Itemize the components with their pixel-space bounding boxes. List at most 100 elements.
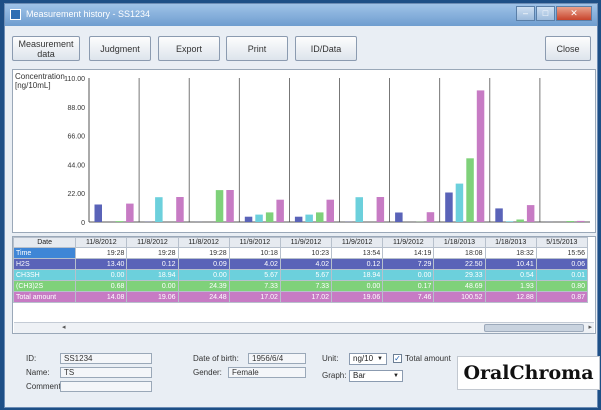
table-cell: 10:23: [279, 247, 333, 259]
table-cell: 24.39: [177, 280, 230, 292]
date-column-header[interactable]: 11/8/2012: [177, 237, 230, 248]
bar-ch3sh: [305, 214, 313, 222]
bar-total-amount: [426, 212, 435, 222]
table-row: Total amount 14.08 19.06 24.48 17.02 17.02 19.…: [13, 291, 589, 303]
table-cell: 48.69: [433, 280, 486, 292]
table-cell: 1.93: [484, 280, 537, 292]
table-cell: 14:19: [382, 247, 435, 259]
table-cell: 14.08: [75, 291, 128, 303]
row-label: H2S: [13, 258, 77, 270]
graph-select[interactable]: Bar ▼: [349, 370, 403, 382]
concentration-chart: 110.00 88.00 66.00 44.00 22.00 0 Concentratio…: [12, 69, 596, 233]
oralchroma-logo: OralChroma: [457, 356, 600, 390]
chevron-down-icon: ▼: [377, 356, 383, 362]
table-cell: 0.00: [177, 269, 230, 281]
table-header-row: Date 11/8/2012 11/8/2012 11/8/2012 11/9/201…: [13, 237, 589, 248]
scrollbar-thumb[interactable]: [484, 324, 584, 332]
table-cell: 5.67: [279, 269, 333, 281]
table-row: (CH3)2S 0.68 0.00 24.39 7.33 7.33 0.00 0.17 48.6…: [13, 280, 589, 292]
table-cell: 0.12: [126, 258, 179, 270]
table-cell: 22.50: [433, 258, 486, 270]
date-column-header[interactable]: 1/18/2013: [484, 237, 537, 248]
date-column-header[interactable]: 11/9/2012: [382, 237, 435, 248]
scroll-right-icon[interactable]: ▸: [588, 323, 592, 331]
total-amount-label: Total amount: [405, 354, 451, 363]
export-button[interactable]: Export: [158, 36, 220, 61]
name-field[interactable]: TS: [60, 367, 152, 378]
bar--ch3-2s: [566, 221, 574, 222]
bar-total-amount: [577, 220, 585, 222]
total-amount-checkbox[interactable]: ✓: [393, 354, 402, 363]
maximize-button[interactable]: □: [536, 6, 555, 21]
table-cell: 29.33: [433, 269, 486, 281]
date-column-header[interactable]: 11/9/2012: [331, 237, 384, 248]
date-column-header[interactable]: 11/8/2012: [75, 237, 128, 248]
bar-h2s: [495, 208, 503, 222]
bar--ch3-2s: [316, 212, 324, 222]
row-label: CH3SH: [13, 269, 77, 281]
comment-label: Comment:: [26, 382, 63, 391]
table-cell: 0.00: [75, 269, 128, 281]
close-button[interactable]: Close: [545, 36, 591, 61]
table-row: CH3SH 0.00 18.94 0.00 5.67 5.67 18.94 0.00 29.33…: [13, 269, 589, 281]
dob-field[interactable]: 1956/6/4: [248, 353, 306, 364]
gender-field[interactable]: Female: [228, 367, 306, 378]
bar-ch3sh: [255, 214, 263, 222]
title-bar: Measurement history - SS1234 – □ ✕: [5, 4, 597, 26]
window-title: Measurement history - SS1234: [26, 9, 151, 19]
bar-total-amount: [376, 197, 385, 222]
table-cell: 0.54: [484, 269, 537, 281]
patient-info-panel: ID: SS1234 Name: TS Comment: Date of bir…: [12, 339, 600, 405]
date-column-header[interactable]: 11/9/2012: [279, 237, 333, 248]
print-button[interactable]: Print: [226, 36, 288, 61]
y-label-text: Concentration [ng/10mL]: [15, 72, 65, 90]
date-column-header[interactable]: 11/9/2012: [228, 237, 281, 248]
y-tick-label: 22.00: [67, 191, 85, 198]
window-close-button[interactable]: ✕: [556, 6, 592, 21]
bar-ch3sh: [455, 183, 464, 222]
judgment-button[interactable]: Judgment: [89, 36, 151, 61]
table-cell: 0.80: [535, 280, 589, 292]
table-cell: 19:28: [177, 247, 230, 259]
toolbar: Measurement data Judgment Export Print I…: [5, 26, 597, 66]
table-row: H2S 13.40 0.12 0.09 4.02 4.02 0.12 7.29 22.50 10.…: [13, 258, 589, 270]
table-body: Time 19:28 19:28 19:28 10:18 10:23 13:54 14:19 1…: [13, 247, 589, 303]
chart-y-label: Concentration [ng/10mL]: [15, 72, 65, 90]
table-cell: 19:28: [126, 247, 179, 259]
table-cell: 0.00: [331, 280, 384, 292]
bar-ch3sh: [505, 221, 514, 222]
row-label: Total amount: [13, 291, 77, 303]
table-cell: 12.88: [484, 291, 537, 303]
table-cell: 0.06: [535, 258, 589, 270]
date-column-header[interactable]: 1/18/2013: [433, 237, 486, 248]
table-cell: 18.94: [331, 269, 384, 281]
table-cell: 10:18: [228, 247, 281, 259]
bar-h2s: [94, 204, 102, 222]
bar-ch3sh: [155, 197, 163, 222]
bar-h2s: [294, 216, 303, 222]
date-column-header[interactable]: 11/8/2012: [126, 237, 179, 248]
y-tick-label: 88.00: [67, 105, 85, 112]
measurement-data-label-2: data: [37, 48, 55, 59]
table-cell: 13:54: [331, 247, 384, 259]
table-cell: 7.29: [382, 258, 435, 270]
measurement-data-button[interactable]: Measurement data: [12, 36, 80, 61]
bar--ch3-2s: [265, 212, 274, 222]
minimize-button[interactable]: –: [516, 6, 535, 21]
horizontal-scrollbar[interactable]: ◂ ▸: [14, 322, 594, 333]
id-data-button[interactable]: ID/Data: [295, 36, 357, 61]
comment-field[interactable]: [60, 381, 152, 392]
table-cell: 100.52: [433, 291, 486, 303]
unit-select[interactable]: ng/10 ▼: [349, 353, 387, 365]
table-cell: 18:32: [484, 247, 537, 259]
y-tick-label: 44.00: [67, 162, 85, 169]
scroll-left-icon[interactable]: ◂: [62, 323, 66, 331]
table-cell: 0.00: [126, 280, 179, 292]
id-label: ID:: [26, 354, 37, 363]
table-cell: 0.09: [177, 258, 230, 270]
id-field[interactable]: SS1234: [60, 353, 152, 364]
chart-svg: 110.00 88.00 66.00 44.00 22.00 0: [64, 76, 590, 227]
date-header: Date: [13, 237, 77, 248]
bar-ch3sh: [355, 197, 363, 222]
date-column-header[interactable]: 5/15/2013: [535, 237, 589, 248]
